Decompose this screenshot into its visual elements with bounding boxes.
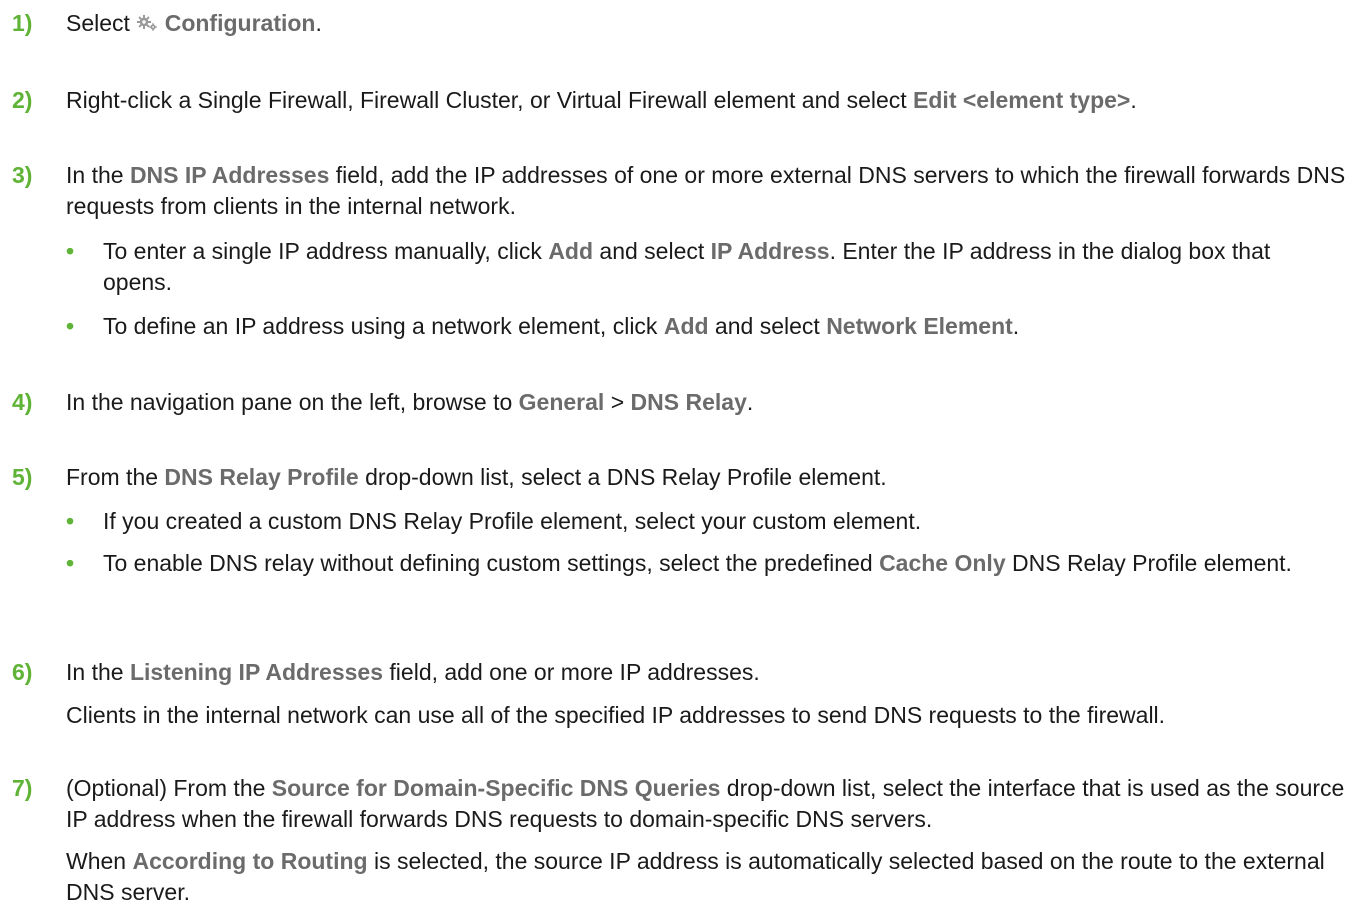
step-number: 2) (12, 87, 33, 113)
step-number: 1) (12, 10, 33, 36)
step-number: 7) (12, 775, 33, 801)
step-text: In the navigation pane on the left, brow… (66, 389, 754, 415)
step-number: 6) (12, 659, 33, 685)
bullet-dot: • (66, 508, 75, 534)
step-text: (Optional) From the Source for Domain-Sp… (66, 775, 1345, 832)
step-note: When According to Routing is selected, t… (66, 848, 1325, 905)
bullet-dot: • (66, 313, 75, 339)
bullet-text: To define an IP address using a network … (103, 313, 1020, 339)
bullet-text: To enable DNS relay without defining cus… (103, 550, 1292, 576)
step-text: In the Listening IP Addresses field, add… (66, 659, 760, 685)
field-term: DNS IP Addresses (129, 162, 330, 188)
bullet-text: If you created a custom DNS Relay Profil… (103, 508, 922, 534)
gear-icon (137, 15, 158, 31)
step-text: Select Configuration. (66, 10, 322, 36)
bullet-text: To enter a single IP address manually, c… (103, 238, 1271, 295)
step-note: Clients in the internal network can use … (66, 702, 1166, 728)
step-text: From the DNS Relay Profile drop-down lis… (66, 464, 887, 490)
step-text: In the DNS IP Addresses field, add the I… (66, 162, 1346, 219)
step-number: 5) (12, 464, 33, 490)
bullet-dot: • (66, 238, 75, 264)
step-number: 4) (12, 389, 33, 415)
step-text: Right-click a Single Firewall, Firewall … (66, 87, 1137, 113)
menu-term: Configuration (164, 10, 316, 36)
step-number: 3) (12, 162, 33, 188)
bullet-dot: • (66, 550, 75, 576)
menu-term: Edit <element type> (913, 87, 1131, 113)
